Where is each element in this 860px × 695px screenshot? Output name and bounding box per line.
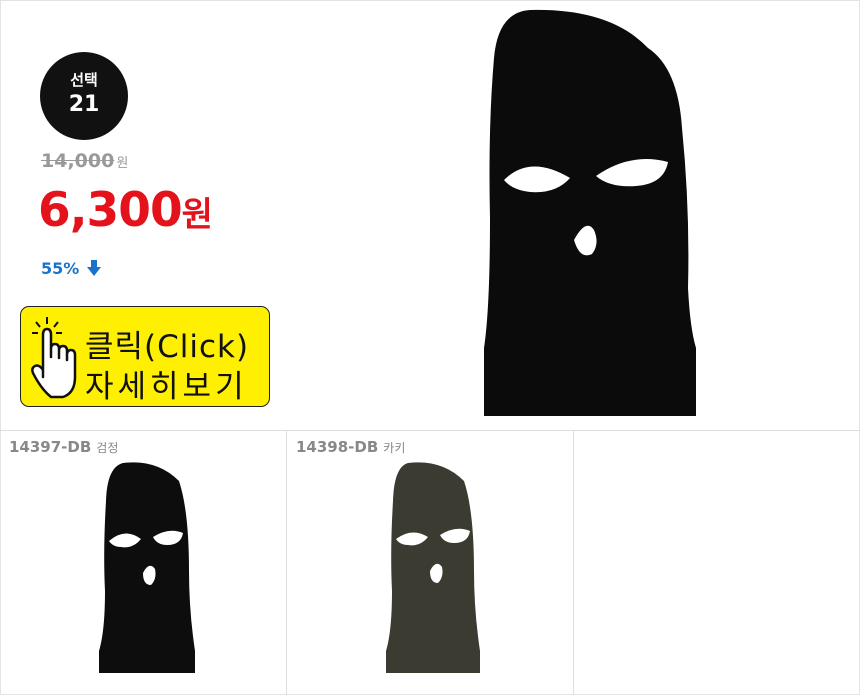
khaki-balaclava-thumb	[382, 461, 482, 680]
badge-label: 선택	[70, 71, 98, 89]
option-color: 검정	[96, 441, 119, 455]
arrow-down-icon	[86, 259, 101, 280]
original-price-amount: 14,000	[41, 150, 115, 172]
option-color: 카키	[383, 441, 406, 455]
option-caption: 14398-DB 카키	[296, 437, 405, 456]
option-card[interactable]: 14398-DB 카키	[287, 431, 574, 695]
empty-option-cell	[574, 431, 860, 695]
cta-line-2: 자세히보기	[85, 369, 248, 405]
option-card[interactable]: 14397-DB 검정	[0, 431, 287, 695]
black-balaclava-thumb	[97, 461, 197, 680]
cta-line-1: 클릭(Click)	[85, 329, 250, 365]
option-code: 14397-DB	[9, 438, 92, 456]
badge-number: 21	[68, 92, 100, 117]
selection-badge: 선택 21	[40, 52, 128, 140]
option-code: 14398-DB	[296, 438, 379, 456]
discount-percent: 55%	[41, 259, 80, 278]
pointing-hand-icon	[27, 315, 85, 405]
discount-rate: 55%	[41, 259, 101, 280]
option-caption: 14397-DB 검정	[9, 437, 118, 456]
product-summary: 선택 21 14,000 원 6,300원 55% 클릭(Click) 자세히보…	[0, 0, 860, 431]
view-details-button[interactable]: 클릭(Click) 자세히보기	[20, 306, 270, 407]
original-price: 14,000 원	[41, 150, 128, 172]
sale-price-unit: 원	[181, 195, 213, 235]
sale-price-amount: 6,300	[38, 183, 183, 238]
sale-price: 6,300원	[38, 183, 213, 238]
original-price-unit: 원	[116, 156, 129, 171]
black-balaclava-image	[470, 8, 710, 427]
option-grid: 14397-DB 검정 14398-DB 카키	[0, 431, 860, 695]
